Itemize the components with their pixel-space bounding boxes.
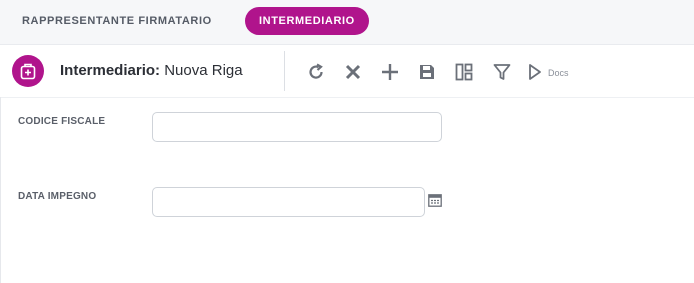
layout-button[interactable]: [451, 59, 477, 85]
tab-bar: RAPPRESENTANTE FIRMATARIO INTERMEDIARIO: [0, 0, 694, 45]
close-icon: [345, 64, 361, 80]
page-title: Intermediario: Nuova Riga: [60, 62, 243, 79]
entity-value: Nuova Riga: [164, 62, 243, 79]
docs-label: Docs: [548, 68, 569, 78]
tab-intermediario[interactable]: INTERMEDIARIO: [245, 7, 369, 35]
calendar-icon[interactable]: [428, 194, 442, 212]
layout-icon: [455, 63, 473, 81]
cancel-button[interactable]: [340, 59, 366, 85]
add-button[interactable]: [377, 59, 403, 85]
filter-button[interactable]: [489, 59, 515, 85]
tab-rappresentante-firmatario[interactable]: RAPPRESENTANTE FIRMATARIO: [8, 7, 226, 35]
data-impegno-input[interactable]: [152, 187, 425, 217]
save-icon: [420, 65, 434, 79]
toolbar-divider: [284, 51, 285, 91]
refresh-icon: [309, 63, 323, 79]
save-button[interactable]: [414, 59, 440, 85]
docs-button[interactable]: [522, 59, 548, 85]
refresh-button[interactable]: [303, 59, 329, 85]
panel-border: [0, 97, 1, 283]
data-impegno-label: DATA IMPEGNO: [18, 191, 97, 202]
entity-label: Intermediario:: [60, 62, 161, 79]
add-icon: [382, 64, 398, 80]
briefcase-plus-icon: [12, 55, 44, 87]
codice-fiscale-input[interactable]: [152, 112, 442, 142]
record-header: Intermediario: Nuova Riga Docs: [0, 45, 694, 98]
codice-fiscale-label: CODICE FISCALE: [18, 116, 106, 127]
docs-icon: [529, 64, 541, 80]
filter-icon: [493, 64, 511, 80]
